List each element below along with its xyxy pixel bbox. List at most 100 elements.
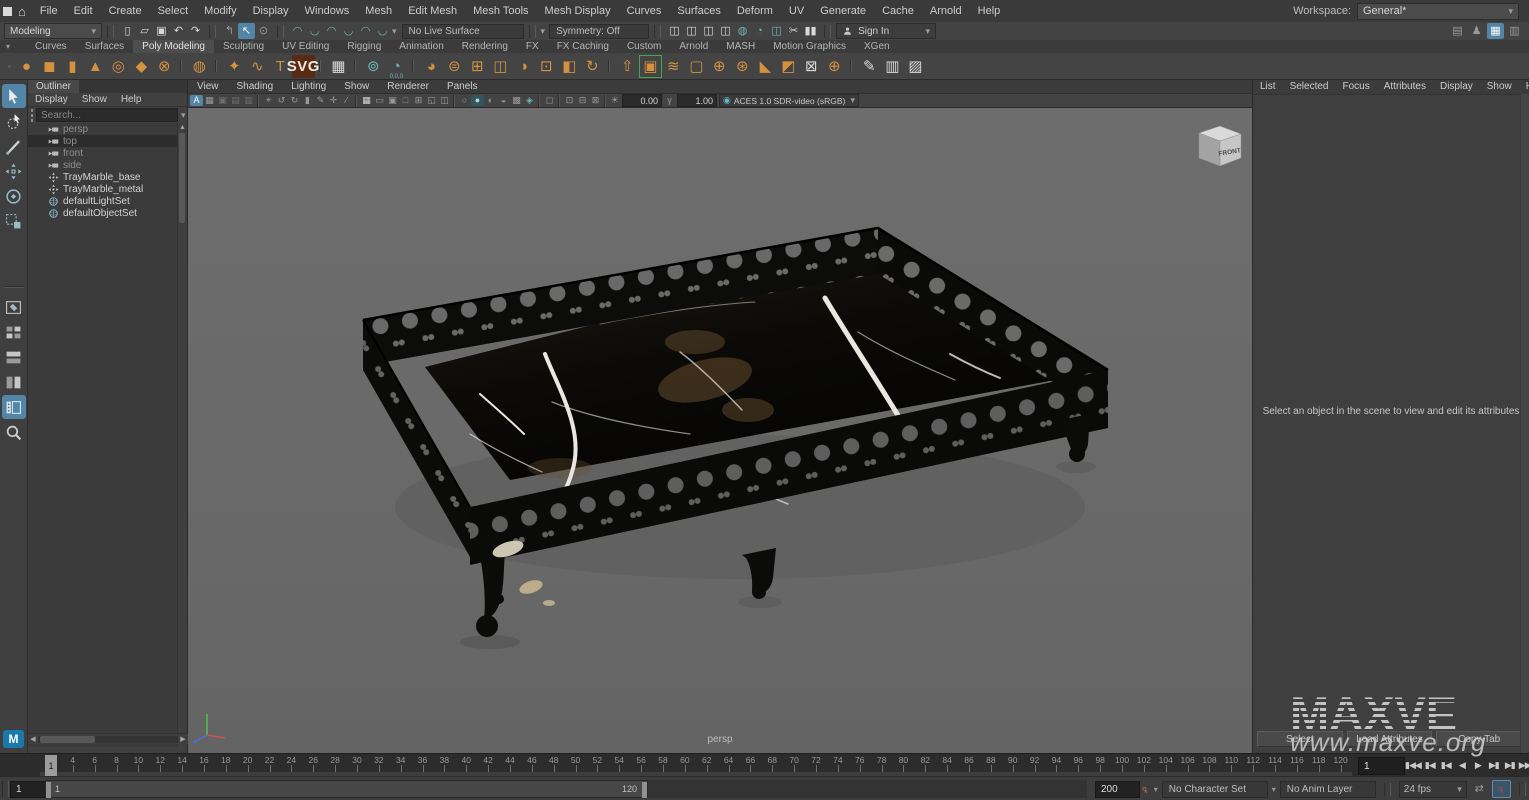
gate-mask-icon[interactable]: □ bbox=[399, 95, 412, 106]
time-ticks[interactable]: 2468101214161820222426283032343638404244… bbox=[40, 754, 1352, 777]
outliner-item[interactable]: persp bbox=[28, 123, 187, 135]
scroll-up-icon[interactable]: ▲ bbox=[178, 123, 187, 132]
range-end-handle[interactable] bbox=[642, 782, 647, 798]
outliner-item[interactable]: side bbox=[28, 159, 187, 171]
curve-star-icon[interactable]: ✦ bbox=[223, 55, 246, 78]
multi-component-icon[interactable]: ▨ bbox=[904, 55, 927, 78]
viewport-menu-item[interactable]: Renderer bbox=[378, 80, 438, 93]
exposure-icon[interactable]: ☀ bbox=[609, 95, 620, 106]
gamma-icon[interactable]: γ bbox=[664, 95, 675, 106]
boolean-icon[interactable]: ◑ bbox=[512, 55, 535, 78]
outliner-item[interactable]: top bbox=[28, 135, 187, 147]
shelf-tab[interactable]: Surfaces bbox=[76, 40, 133, 53]
film-gate-icon[interactable]: ▭ bbox=[373, 95, 386, 106]
attribute-editor-menu-item[interactable]: Focus bbox=[1335, 80, 1376, 94]
character-set-dropdown[interactable]: No Character Set bbox=[1162, 781, 1268, 798]
shelf-tab[interactable]: Rendering bbox=[453, 40, 517, 53]
playback-start-field[interactable]: 1 bbox=[10, 781, 47, 798]
make-live-icon[interactable]: ◡ bbox=[374, 23, 391, 39]
anim-layer-dropdown[interactable]: No Anim Layer bbox=[1280, 781, 1376, 798]
all-lights-icon[interactable]: ◒ bbox=[497, 95, 510, 106]
redo-icon[interactable]: ↷ bbox=[187, 23, 204, 39]
render-globe-icon[interactable]: ◍ bbox=[734, 23, 751, 39]
grease-pencil-icon[interactable]: ✎ bbox=[314, 95, 327, 106]
pencil-icon[interactable]: ∕ bbox=[340, 95, 353, 106]
chevron-down-icon[interactable]: ▾ bbox=[181, 110, 186, 121]
split-vertical-layout-button[interactable] bbox=[2, 370, 26, 394]
shelf-menu-icon[interactable]: ▾ bbox=[6, 42, 10, 51]
poly-disc-icon[interactable]: ⊗ bbox=[153, 55, 176, 78]
outliner-item[interactable]: front bbox=[28, 147, 187, 159]
maya-logo[interactable]: M bbox=[3, 730, 24, 748]
shelf-tab[interactable]: XGen bbox=[855, 40, 899, 53]
shadows-icon[interactable]: ▩ bbox=[510, 95, 523, 106]
new-scene-icon[interactable]: ▯ bbox=[119, 23, 136, 39]
poly-cube-icon[interactable]: ◼ bbox=[38, 55, 61, 78]
outliner-menu-item[interactable]: Help bbox=[114, 93, 149, 106]
shelf-tab[interactable]: Motion Graphics bbox=[764, 40, 855, 53]
quad-draw-icon[interactable]: ✎ bbox=[858, 55, 881, 78]
anchor-icon[interactable]: ✛ bbox=[327, 95, 340, 106]
playback-loop-icon[interactable]: ⇄ bbox=[1471, 781, 1488, 797]
workspace-grid-icon[interactable]: ▥ bbox=[1506, 23, 1523, 39]
pencil-curve-icon[interactable]: ∿ bbox=[246, 55, 269, 78]
xray-joints-icon[interactable]: ⊟ bbox=[576, 95, 589, 106]
render-settings-icon[interactable]: ◫ bbox=[717, 23, 734, 39]
viewport-menu-item[interactable]: Show bbox=[335, 80, 378, 93]
open-scene-icon[interactable]: ▱ bbox=[136, 23, 153, 39]
render-sequence-icon[interactable]: ◫ bbox=[700, 23, 717, 39]
attribute-editor-menu-item[interactable]: Attributes bbox=[1377, 80, 1433, 94]
sculpt-tool-icon[interactable]: ◕ bbox=[420, 55, 443, 78]
modeling-toolkit-icon[interactable]: ▦ bbox=[327, 55, 350, 78]
poly-cylinder-icon[interactable]: ▮ bbox=[61, 55, 84, 78]
chevron-down-icon[interactable]: ▾ bbox=[1154, 785, 1158, 794]
snap-curve-icon[interactable]: ◡ bbox=[306, 23, 323, 39]
attribute-editor-menu-item[interactable]: Help bbox=[1519, 80, 1529, 94]
range-slider-bar[interactable]: 1 120 bbox=[45, 780, 648, 798]
platonic-solid-icon[interactable]: ◍ bbox=[188, 55, 211, 78]
snapshot-icon[interactable]: ⊠ bbox=[589, 95, 602, 106]
image-plane-icon[interactable]: ▥ bbox=[242, 95, 255, 106]
attribute-editor-menu-item[interactable]: List bbox=[1253, 80, 1283, 94]
attribute-editor-menu-item[interactable]: Show bbox=[1480, 80, 1519, 94]
bridge-icon[interactable]: ◩ bbox=[777, 55, 800, 78]
viewport-menu-item[interactable]: Lighting bbox=[282, 80, 335, 93]
copy-tab-button[interactable]: Copy Tab bbox=[1436, 731, 1522, 747]
paint-select-tool-button[interactable] bbox=[2, 134, 26, 158]
range-start-handle[interactable] bbox=[46, 782, 51, 798]
snap-grid-icon[interactable]: ◠ bbox=[289, 23, 306, 39]
rotate-uv-icon[interactable]: ↻ bbox=[581, 55, 604, 78]
shelf-tab[interactable]: Animation bbox=[390, 40, 452, 53]
select-component-icon[interactable]: ⊙ bbox=[255, 23, 272, 39]
outliner-item[interactable]: TrayMarble_metal bbox=[28, 183, 187, 195]
outliner-item[interactable]: defaultObjectSet bbox=[28, 207, 187, 219]
outliner-tab[interactable]: Outliner bbox=[28, 80, 79, 93]
scroll-right-icon[interactable]: ▶ bbox=[178, 735, 188, 743]
render-view-icon[interactable]: ◫ bbox=[666, 23, 683, 39]
sign-in-dropdown[interactable]: Sign In ▾ bbox=[836, 23, 936, 39]
flatten-icon[interactable]: ≋ bbox=[662, 55, 685, 78]
attribute-editor-menu-item[interactable]: Display bbox=[1433, 80, 1480, 94]
menu-item[interactable]: Edit Mesh bbox=[400, 0, 465, 22]
poly-cone-icon[interactable]: ▲ bbox=[84, 55, 107, 78]
menu-item[interactable]: Mesh Display bbox=[537, 0, 619, 22]
attribute-editor-scrollbar[interactable] bbox=[1520, 94, 1529, 753]
shelf-tab[interactable]: Poly Modeling bbox=[133, 40, 214, 53]
remesh-icon[interactable]: ⊡ bbox=[535, 55, 558, 78]
textured-mode-icon[interactable]: ◐ bbox=[484, 95, 497, 106]
workspace-dropdown[interactable]: General* ▾ bbox=[1357, 3, 1519, 20]
menu-item[interactable]: Generate bbox=[812, 0, 874, 22]
shaded-mode-icon[interactable]: ● bbox=[471, 95, 484, 106]
poly-plane-icon[interactable]: ◆ bbox=[130, 55, 153, 78]
zoom-layout-button[interactable] bbox=[2, 420, 26, 444]
poly-torus-icon[interactable]: ◎ bbox=[107, 55, 130, 78]
menu-item[interactable]: Modify bbox=[196, 0, 244, 22]
viewport-canvas[interactable]: FRONT persp bbox=[188, 108, 1252, 755]
bevel-icon[interactable]: ◧ bbox=[558, 55, 581, 78]
merge-icon[interactable]: ⊕ bbox=[708, 55, 731, 78]
search-input[interactable] bbox=[36, 108, 178, 122]
shelf-tab[interactable]: Rigging bbox=[338, 40, 390, 53]
menu-item[interactable]: Display bbox=[245, 0, 297, 22]
shelf-tab[interactable]: MASH bbox=[717, 40, 764, 53]
wheel-icon[interactable]: ⊛ bbox=[731, 55, 754, 78]
